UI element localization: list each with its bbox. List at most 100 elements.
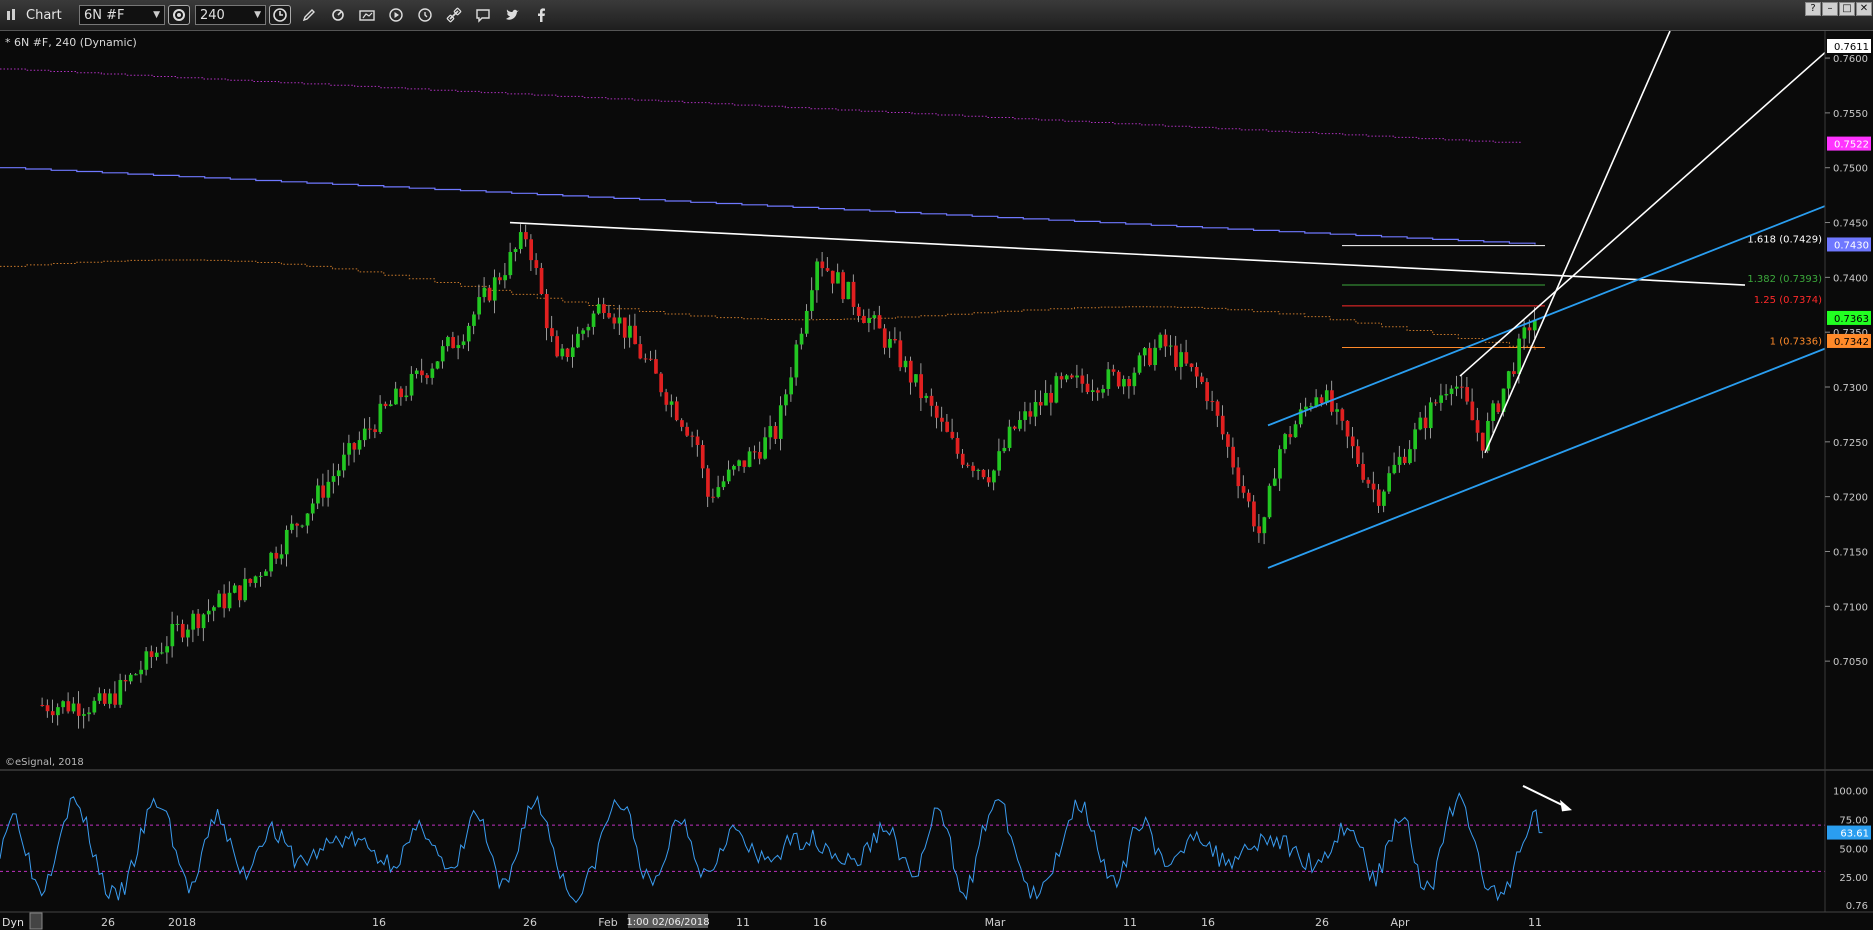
candle-up [997,451,1001,471]
link-button[interactable] [443,5,465,25]
candle-up [456,345,461,349]
candle-up [284,529,289,555]
candle-down [1189,363,1194,368]
candle-up [1387,473,1391,492]
maximize-button[interactable]: □ [1839,2,1855,16]
play-button[interactable] [385,5,407,25]
candle-down [690,435,695,437]
fit-chart-button[interactable] [356,5,378,25]
candle-up [1335,409,1339,412]
candle-down [700,444,705,469]
candle-up [394,388,398,405]
candle-up [1002,447,1007,452]
candle-down [602,304,606,313]
candle-down [638,344,643,359]
symbol-settings-button[interactable] [168,5,190,25]
chart-background [0,31,1873,930]
candle-up [1522,327,1527,339]
price-tick-label: 0.7200 [1833,493,1868,504]
candle-down [856,306,861,316]
time-tick-label: 16 [813,916,827,929]
candle-down [1371,483,1376,490]
candle-up [518,232,523,250]
candle-up [388,404,393,407]
interval-input[interactable]: 240 ▼ [195,5,266,25]
candle-up [1382,491,1386,506]
candle-down [674,401,679,421]
candle-down [321,485,325,498]
candle-up [628,325,632,338]
close-button[interactable]: ✕ [1856,2,1872,16]
facebook-button[interactable] [530,5,552,25]
candle-up [591,313,596,327]
candle-up [1122,379,1126,387]
facebook-icon [538,8,545,22]
candle-up [804,310,809,334]
candle-up [430,368,435,378]
time-travel-button[interactable] [414,5,436,25]
candle-down [742,460,747,467]
candle-up [1179,352,1183,367]
oscillator-tick-label: 50.00 [1839,844,1868,855]
candle-up [71,703,76,712]
candle-down [1345,420,1350,437]
chevron-down-icon[interactable]: ▼ [254,10,261,20]
candle-down [352,443,357,450]
comment-button[interactable] [472,5,494,25]
candle-up [1444,393,1449,396]
time-tick-label: 11 [736,916,750,929]
scroll-handle[interactable] [29,912,43,930]
chevron-down-icon[interactable]: ▼ [153,10,160,20]
candle-down [420,370,424,376]
oscillator-tick-label: 25.00 [1839,873,1868,884]
candle-down [1038,401,1043,406]
candle-down [149,651,154,657]
candle-up [466,325,471,342]
candle-up [414,370,419,374]
candle-down [711,496,715,498]
price-tag-label: 0.7363 [1834,314,1869,325]
candle-down [1080,375,1085,384]
candle-down [1361,463,1365,480]
candle-down [664,392,669,405]
candle-down [893,338,897,341]
candle-up [1054,376,1059,403]
chart-area[interactable]: * 6N #F, 240 (Dynamic) 1.618 (0.7429) 1.3… [0,31,1873,930]
candle-up [846,281,851,300]
candle-up [617,317,622,324]
candle-down [1215,401,1220,416]
candle-down [1527,327,1532,331]
candle-down [196,613,201,629]
candle-up [810,290,814,311]
link-icon [446,7,462,23]
candle-down [945,421,949,432]
oscillator-tick-label: 75.00 [1839,815,1868,826]
candle-up [232,585,237,593]
candle-down [1205,382,1209,402]
help-button[interactable]: ? [1805,2,1821,16]
candle-up [924,395,929,399]
candle-down [1148,348,1152,366]
candle-up [581,330,585,334]
time-tick-label: 2018 [168,916,196,929]
candle-down [825,268,830,271]
watermark: ©eSignal, 2018 [5,757,84,768]
twitter-button[interactable] [501,5,523,25]
refresh-button[interactable] [327,5,349,25]
candle-down [877,315,882,329]
oscillator-label: Dyn [2,916,24,929]
candle-down [1434,402,1438,404]
candle-up [872,315,877,319]
minimize-button[interactable]: – [1822,2,1838,16]
candle-down [758,451,762,459]
fib-level-label: 1.25 (0.7374) [1754,295,1822,306]
candle-up [290,523,294,530]
candle-up [914,374,918,383]
candle-down [1423,417,1428,429]
fit-icon [359,10,375,21]
candle-up [768,426,773,438]
interval-time-button[interactable] [269,5,291,25]
symbol-input[interactable]: 6N #F ▼ [79,5,165,25]
candle-up [596,304,601,314]
draw-tool-button[interactable] [298,5,320,25]
